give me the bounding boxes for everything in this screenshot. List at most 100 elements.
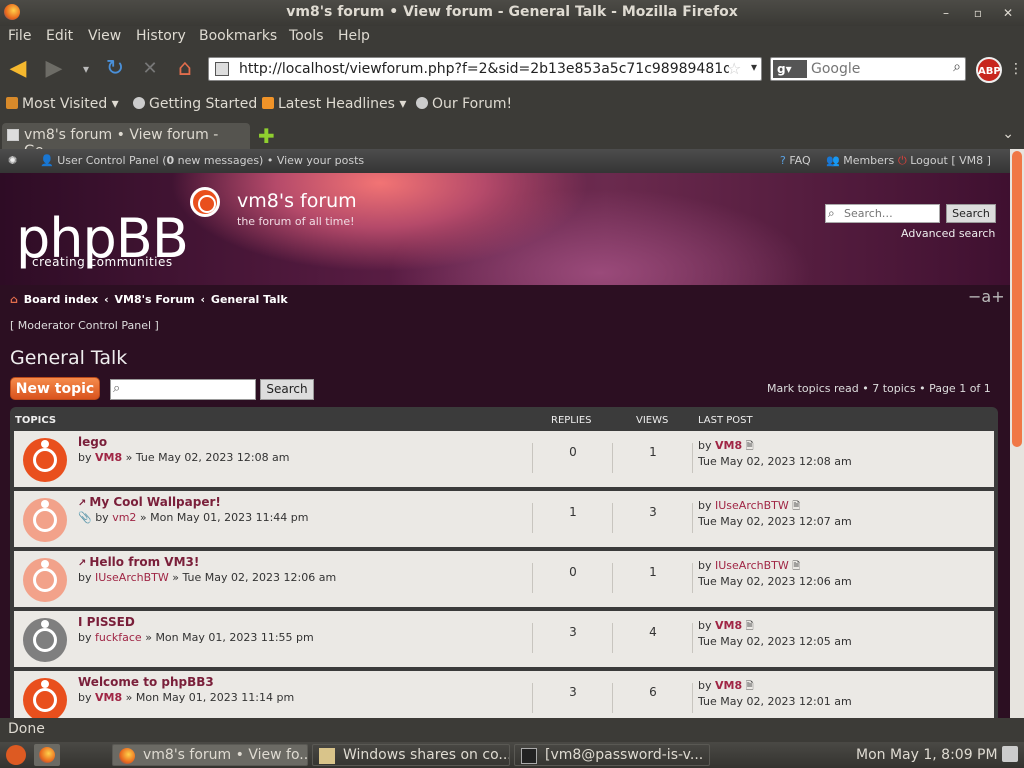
font-size-control[interactable]: −a+	[968, 287, 1005, 306]
moderator-control-panel-link[interactable]: [ Moderator Control Panel ]	[10, 319, 159, 332]
topic-status-icon	[23, 678, 67, 718]
forward-icon[interactable]: ▶	[42, 57, 66, 81]
url-bar[interactable]: ☆ ▾	[208, 57, 762, 81]
home-icon[interactable]: ⌂	[173, 57, 197, 81]
search-icon[interactable]: ⌕	[953, 59, 961, 75]
menu-bookmarks[interactable]: Bookmarks	[199, 28, 277, 44]
tab-forum[interactable]: vm8's forum • View forum - Ge...	[2, 123, 250, 159]
last-post-author-link[interactable]: VM8	[715, 439, 742, 452]
topic-title-link[interactable]: I PISSED	[78, 615, 135, 629]
power-icon: ⏻	[898, 154, 907, 167]
breadcrumb-board-index[interactable]: Board index	[24, 293, 99, 306]
logo-subtitle: creating communities	[32, 255, 173, 269]
view-latest-post-icon[interactable]: 🗎	[746, 621, 754, 632]
new-topic-button[interactable]: New topic	[10, 377, 100, 400]
bookmark-latest-headlines[interactable]: Latest Headlines ▾	[262, 96, 406, 112]
new-tab-icon[interactable]: ✚	[258, 124, 275, 148]
applications-menu-icon[interactable]	[6, 745, 26, 765]
close-icon[interactable]: ✕	[998, 3, 1018, 23]
minimize-icon[interactable]: –	[936, 3, 956, 23]
menu-help[interactable]: Help	[338, 28, 370, 44]
menu-edit[interactable]: Edit	[46, 28, 73, 44]
folder-icon	[319, 748, 335, 764]
last-post-author-link[interactable]: IUseArchBTW	[715, 499, 789, 512]
url-input[interactable]	[239, 60, 729, 78]
topic-title-link[interactable]: lego	[78, 435, 107, 449]
user-control-panel-link[interactable]: 👤 User Control Panel (0 new messages) • …	[40, 154, 364, 167]
menu-view[interactable]: View	[88, 28, 121, 44]
topic-row[interactable]: ↗ My Cool Wallpaper! 📎 by vm2 » Mon May 01…	[14, 491, 994, 549]
bookmark-our-forum[interactable]: Our Forum!	[416, 96, 512, 112]
web-search-bar[interactable]: g▾ ⌕	[770, 57, 966, 81]
column-replies: REPLIES	[551, 415, 592, 426]
view-latest-post-icon[interactable]: 🗎	[792, 501, 800, 512]
breadcrumb-general-talk[interactable]: General Talk	[211, 293, 288, 306]
topic-row[interactable]: lego by VM8 » Tue May 02, 2023 12:08 am 0 1…	[14, 431, 994, 489]
topic-author-link[interactable]: fuckface	[95, 631, 142, 644]
forum-title[interactable]: General Talk	[10, 347, 127, 369]
members-link[interactable]: 👥 Members	[826, 154, 894, 167]
topic-author-link[interactable]: vm2	[112, 511, 136, 524]
page-scrollbar[interactable]	[1010, 149, 1024, 718]
web-search-input[interactable]	[811, 60, 941, 78]
last-post-author-link[interactable]: VM8	[715, 619, 742, 632]
google-icon[interactable]: g▾	[773, 60, 807, 78]
advanced-search-link[interactable]: Advanced search	[901, 227, 995, 240]
menu-file[interactable]: File	[8, 28, 31, 44]
bookmark-getting-started[interactable]: Getting Started	[133, 96, 257, 112]
view-latest-post-icon[interactable]: 🗎	[792, 561, 800, 572]
toolbar-overflow-icon[interactable]: ⋮	[1004, 57, 1024, 81]
topic-author-link[interactable]: IUseArchBTW	[95, 571, 169, 584]
bookmark-most-visited[interactable]: Most Visited ▾	[6, 96, 119, 112]
menu-tools[interactable]: Tools	[289, 28, 324, 44]
topic-title-link[interactable]: ↗ My Cool Wallpaper!	[78, 495, 221, 509]
topic-row[interactable]: ↗ Hello from VM3! by IUseArchBTW » Tue May…	[14, 551, 994, 609]
view-latest-post-icon[interactable]: 🗎	[746, 681, 754, 692]
topic-views: 6	[649, 685, 657, 699]
header-search-button[interactable]: Search	[946, 204, 996, 223]
history-dropdown-icon[interactable]: ▾	[74, 57, 98, 81]
task-terminal[interactable]: [vm8@password-is-v...	[514, 744, 710, 766]
url-dropdown-icon[interactable]: ▾	[751, 60, 757, 74]
back-icon[interactable]: ◀	[6, 57, 30, 81]
view-latest-post-icon[interactable]: 🗎	[746, 441, 754, 452]
reload-icon[interactable]: ↻	[103, 57, 127, 81]
menu-history[interactable]: History	[136, 28, 186, 44]
topic-status-icon	[23, 558, 67, 602]
cell-divider	[532, 623, 533, 653]
tab-list-icon[interactable]: ⌄	[1002, 126, 1014, 142]
topic-author-link[interactable]: VM8	[95, 691, 122, 704]
header-search-box[interactable]: ⌕	[825, 204, 940, 223]
maximize-icon[interactable]: ▫	[968, 3, 988, 23]
scrollbar-thumb[interactable]	[1012, 151, 1022, 447]
cell-divider	[532, 683, 533, 713]
last-post-author-link[interactable]: IUseArchBTW	[715, 559, 789, 572]
topic-replies: 1	[569, 505, 577, 519]
faq-link[interactable]: ? FAQ	[780, 154, 811, 167]
topic-row[interactable]: Welcome to phpBB3 by VM8 » Mon May 01, 20…	[14, 671, 994, 718]
topic-author-link[interactable]: VM8	[95, 451, 122, 464]
header-search-input[interactable]	[844, 206, 938, 221]
clock[interactable]: Mon May 1, 8:09 PM	[856, 747, 998, 763]
topic-title-link[interactable]: ↗ Hello from VM3!	[78, 555, 199, 569]
breadcrumb-vm8-forum[interactable]: VM8's Forum	[114, 293, 194, 306]
show-desktop-icon[interactable]	[1002, 746, 1018, 762]
cell-divider	[532, 563, 533, 593]
forum-search-input[interactable]	[131, 382, 251, 398]
topic-replies: 0	[569, 445, 577, 459]
adblock-plus-icon[interactable]: ABP	[976, 57, 1002, 83]
task-firefox[interactable]: vm8's forum • View fo...	[112, 744, 308, 766]
bookmark-star-icon[interactable]: ☆	[727, 59, 741, 78]
last-post-by: by IUseArchBTW 🗎	[698, 559, 801, 572]
stop-icon[interactable]: ✕	[138, 57, 162, 81]
site-identity-icon[interactable]	[215, 62, 229, 76]
forum-search-box[interactable]: ⌕	[110, 379, 256, 400]
topic-row[interactable]: I PISSED by fuckface » Mon May 01, 2023 1…	[14, 611, 994, 669]
task-windows-shares[interactable]: Windows shares on co...	[312, 744, 510, 766]
last-post-author-link[interactable]: VM8	[715, 679, 742, 692]
topic-status-icon	[23, 498, 67, 542]
logout-link[interactable]: ⏻ Logout [ VM8 ]	[898, 154, 991, 168]
firefox-launcher-icon[interactable]	[34, 744, 60, 766]
forum-search-button[interactable]: Search	[260, 379, 314, 400]
topic-title-link[interactable]: Welcome to phpBB3	[78, 675, 214, 689]
